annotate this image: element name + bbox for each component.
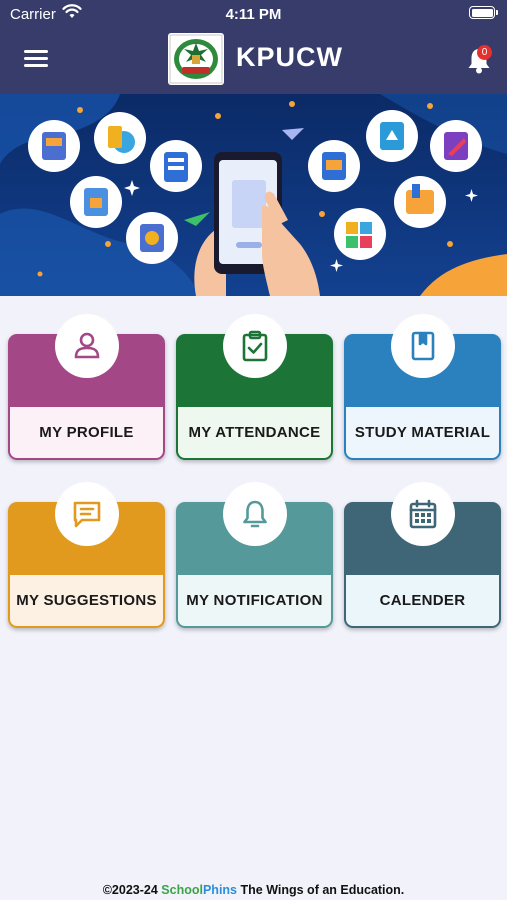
my-notification-tile[interactable]: MY NOTIFICATION [176,482,333,628]
status-time: 4:11 PM [225,6,282,23]
footer-copyright: ©2023-24 [102,883,158,897]
hamburger-menu-icon[interactable] [24,50,48,68]
battery-icon [469,6,498,19]
tile-label: MY ATTENDANCE [176,407,333,460]
footer-brand-school: School [161,883,203,897]
college-logo [168,33,224,85]
bell-icon [223,482,287,546]
tile-label: MY NOTIFICATION [176,575,333,628]
tile-label: MY SUGGESTIONS [8,575,165,628]
footer-tagline: The Wings of an Education. [240,883,405,897]
tile-label: CALENDER [344,575,501,628]
app-header: Carrier 4:11 PM KPUCW 0 [0,0,507,94]
calender-tile[interactable]: CALENDER [344,482,501,628]
footer-brand-phins: Phins [202,883,238,897]
person-icon [55,314,119,378]
tile-label: MY PROFILE [8,407,165,460]
my-suggestions-tile[interactable]: MY SUGGESTIONS [8,482,165,628]
notification-badge: 0 [477,45,492,60]
status-bar: Carrier 4:11 PM [0,0,507,28]
chat-icon [55,482,119,546]
app-title: KPUCW [236,42,343,72]
hero-banner [0,94,507,296]
tile-label: STUDY MATERIAL [344,407,501,460]
calendar-icon [391,482,455,546]
footer: ©2023-24 SchoolPhins The Wings of an Edu… [0,883,507,897]
my-attendance-tile[interactable]: MY ATTENDANCE [176,314,333,460]
study-material-tile[interactable]: STUDY MATERIAL [344,314,501,460]
book-icon [391,314,455,378]
clipboard-check-icon [223,314,287,378]
my-profile-tile[interactable]: MY PROFILE [8,314,165,460]
